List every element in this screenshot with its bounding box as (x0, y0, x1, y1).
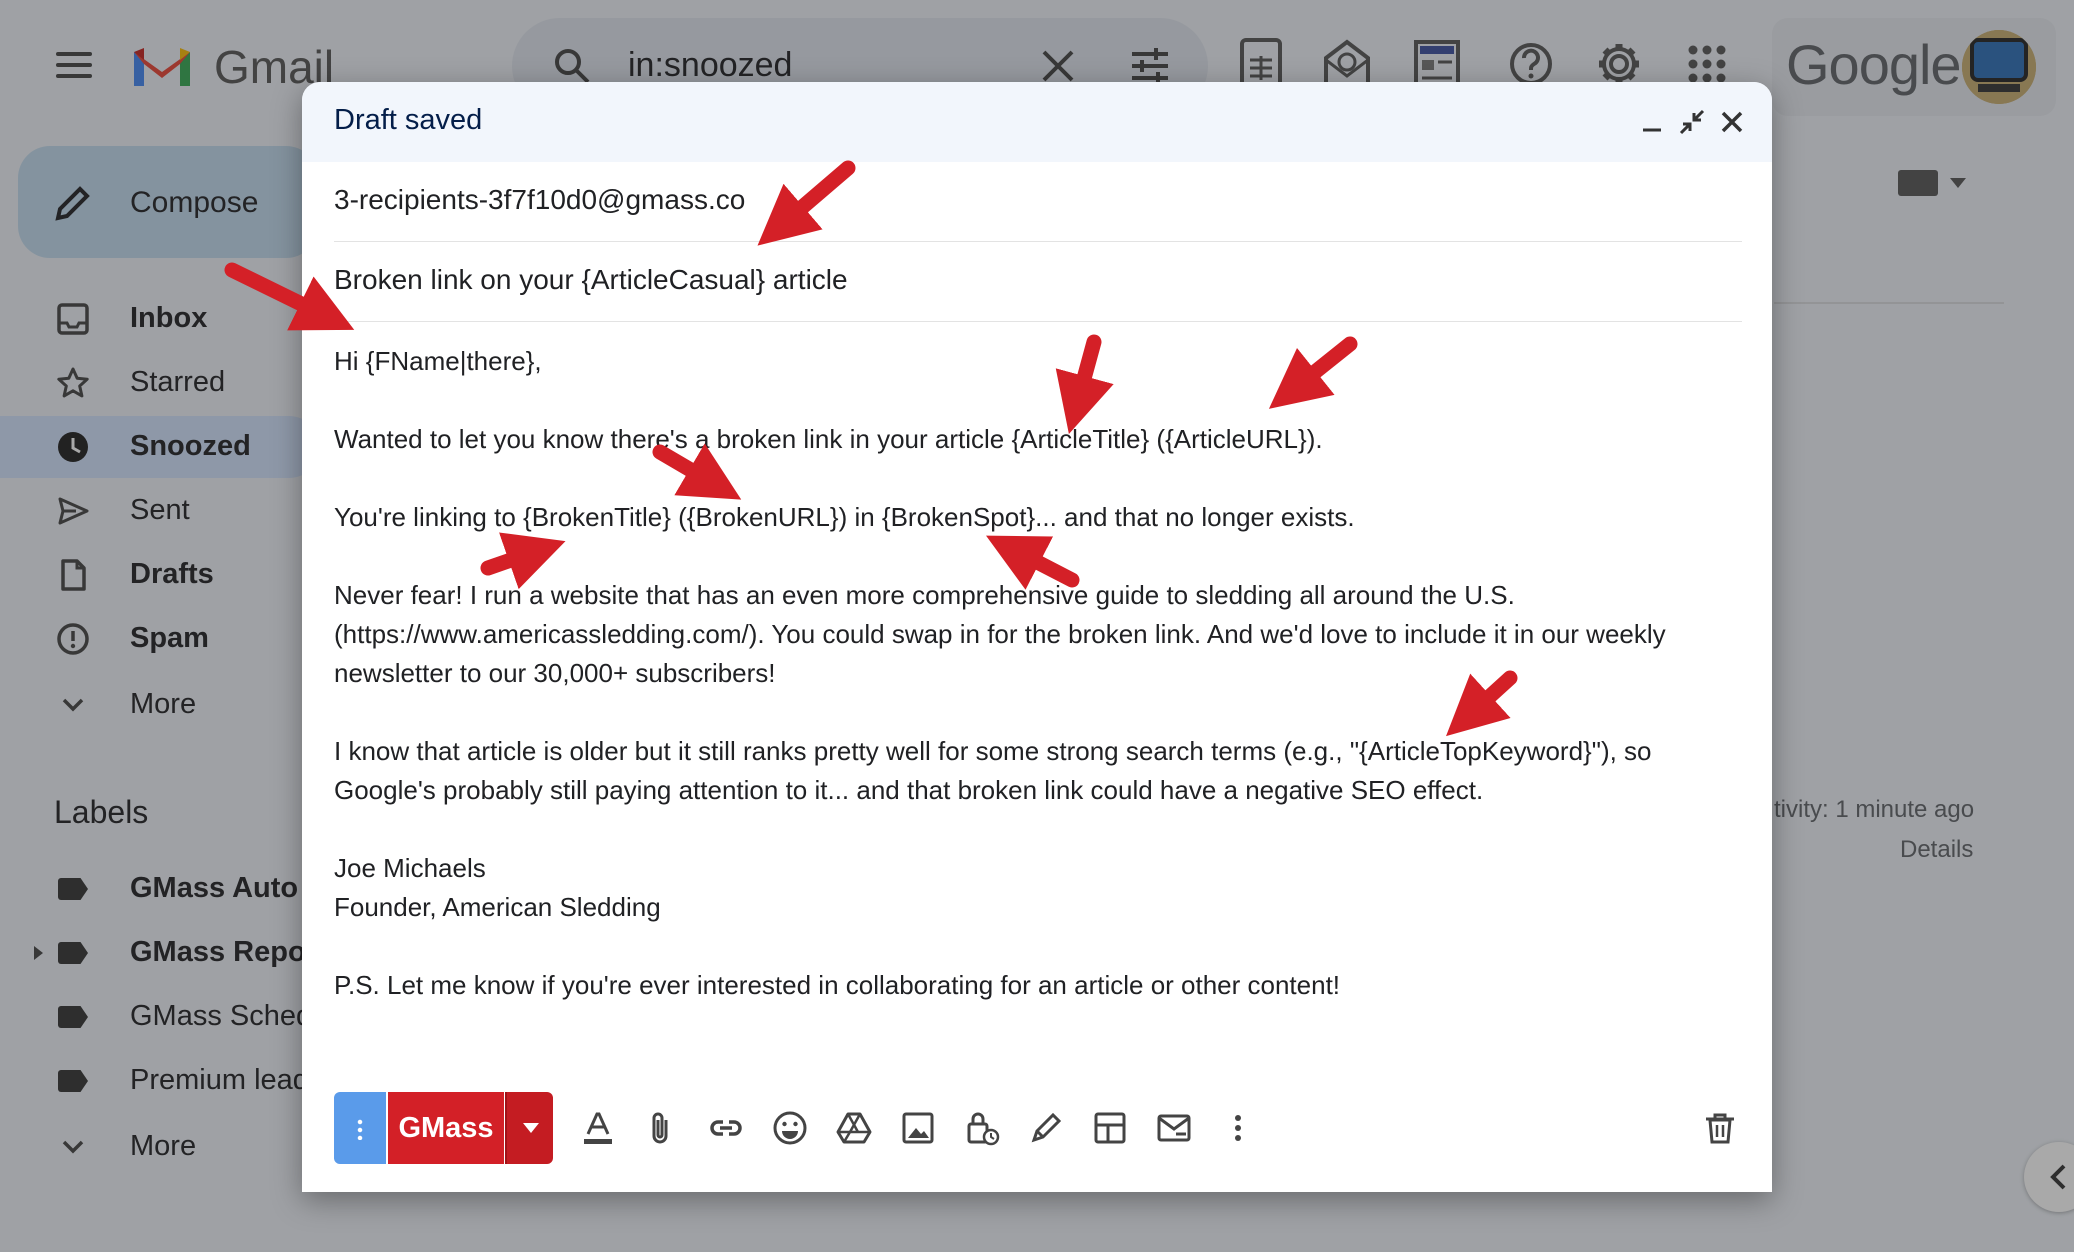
attachment-icon[interactable] (644, 1110, 680, 1146)
gmass-options-button[interactable] (334, 1092, 386, 1164)
subject-input[interactable]: Broken link on your {ArticleCasual} arti… (334, 264, 848, 296)
close-icon[interactable] (1718, 108, 1746, 136)
body-paragraph: Google's probably still paying attention… (334, 775, 1484, 805)
body-paragraph: (https://www.americassledding.com/). You… (334, 619, 1666, 649)
compose-header: Draft saved (302, 82, 1772, 162)
trash-icon[interactable] (1702, 1110, 1738, 1146)
emoji-icon[interactable] (772, 1110, 808, 1146)
compose-toolbar: GMass (302, 1092, 1772, 1182)
confidential-mode-icon[interactable] (964, 1110, 1000, 1146)
link-icon[interactable] (708, 1110, 744, 1146)
compose-dialog: Draft saved 3-recipients-3f7f10d0@gmass.… (302, 82, 1772, 1192)
minimize-icon[interactable] (1638, 108, 1666, 136)
gmass-dropdown-button[interactable] (505, 1092, 553, 1164)
drive-icon[interactable] (836, 1110, 872, 1146)
gmass-send-button[interactable]: GMass (388, 1092, 504, 1164)
recipient-address[interactable]: 3-recipients-3f7f10d0@gmass.co (334, 184, 745, 216)
signature-icon[interactable] (1028, 1110, 1064, 1146)
body-paragraph: Wanted to let you know there's a broken … (334, 424, 1323, 454)
image-icon[interactable] (900, 1110, 936, 1146)
text-format-icon[interactable] (580, 1110, 616, 1146)
compose-title: Draft saved (334, 104, 483, 136)
template-icon[interactable] (1156, 1110, 1192, 1146)
signature-title: Founder, American Sledding (334, 892, 661, 922)
body-paragraph: Never fear! I run a website that has an … (334, 580, 1515, 610)
body-paragraph: newsletter to our 30,000+ subscribers! (334, 658, 776, 688)
body-paragraph: I know that article is older but it stil… (334, 736, 1652, 766)
to-field[interactable]: 3-recipients-3f7f10d0@gmass.co (334, 162, 1742, 242)
subject-field[interactable]: Broken link on your {ArticleCasual} arti… (334, 242, 1742, 322)
more-vertical-icon (357, 1118, 363, 1140)
body-paragraph: You're linking to {BrokenTitle} ({Broken… (334, 502, 1355, 532)
more-options-icon[interactable] (1220, 1110, 1256, 1146)
exit-fullscreen-icon[interactable] (1678, 108, 1706, 136)
layout-icon[interactable] (1092, 1110, 1128, 1146)
body-greeting: Hi {FName|there}, (334, 346, 542, 376)
body-postscript: P.S. Let me know if you're ever interest… (334, 970, 1341, 1000)
message-body[interactable]: Hi {FName|there}, Wanted to let you know… (334, 342, 1742, 1005)
signature-name: Joe Michaels (334, 853, 486, 883)
